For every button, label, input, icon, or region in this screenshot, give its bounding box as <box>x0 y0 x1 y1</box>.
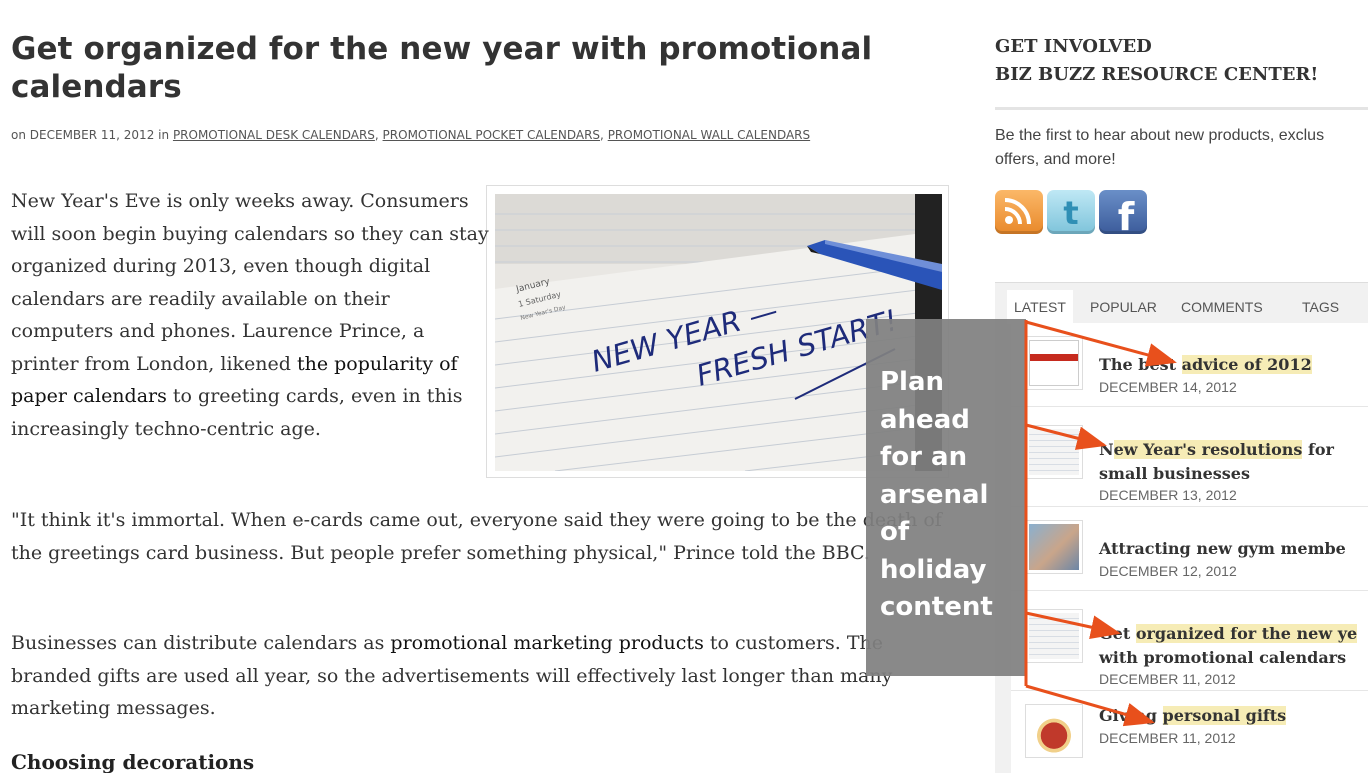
post-thumbnail[interactable] <box>1025 704 1083 758</box>
section-heading: Choosing decorations <box>11 750 255 773</box>
post-title[interactable]: Get organized for the new ye <box>1099 621 1358 646</box>
latest-posts-list: The best advice of 2012 DECEMBER 14, 201… <box>1011 323 1368 773</box>
post-date: DECEMBER 12, 2012 <box>1099 563 1237 579</box>
post-title-line2[interactable]: small businesses <box>1099 461 1250 486</box>
post-title-line2[interactable]: with promotional calendars <box>1099 645 1346 670</box>
paragraph-3: Businesses can distribute calendars as p… <box>11 632 893 719</box>
list-item[interactable]: The best advice of 2012 DECEMBER 14, 201… <box>1011 323 1368 407</box>
paragraph-1: New Year's Eve is only weeks away. Consu… <box>11 190 489 440</box>
article: Get organized for the new year with prom… <box>11 30 961 773</box>
list-item[interactable]: Giving personal gifts DECEMBER 11, 2012 <box>1011 691 1368 773</box>
post-title[interactable]: Attracting new gym membe <box>1099 536 1346 561</box>
category-link-wall[interactable]: PROMOTIONAL WALL CALENDARS <box>608 128 810 142</box>
sidebar-description: Be the first to hear about new products,… <box>995 127 1325 168</box>
list-item[interactable]: Attracting new gym membe DECEMBER 12, 20… <box>1011 507 1368 591</box>
meta-date: DECEMBER 11, 2012 <box>29 128 155 142</box>
tab-popular[interactable]: POPULAR <box>1090 290 1157 324</box>
post-date: DECEMBER 11, 2012 <box>1099 671 1236 687</box>
post-title[interactable]: New Year's resolutions for <box>1099 437 1334 462</box>
post-thumbnail[interactable] <box>1025 425 1083 479</box>
list-item[interactable]: Get organized for the new ye with promot… <box>1011 591 1368 691</box>
meta-on: on <box>11 128 26 142</box>
article-meta: on DECEMBER 11, 2012 in PROMOTIONAL DESK… <box>11 128 811 142</box>
svg-text:t: t <box>1063 194 1078 232</box>
rss-icon[interactable] <box>995 190 1043 234</box>
post-date: DECEMBER 11, 2012 <box>1099 730 1236 746</box>
sidebar-divider <box>995 107 1368 110</box>
post-title[interactable]: The best advice of 2012 <box>1099 352 1312 377</box>
post-date: DECEMBER 13, 2012 <box>1099 487 1237 503</box>
category-link-pocket[interactable]: PROMOTIONAL POCKET CALENDARS <box>383 128 601 142</box>
post-thumbnail[interactable] <box>1025 520 1083 574</box>
meta-in: in <box>158 128 170 142</box>
sidebar-heading: GET INVOLVED BIZ BUZZ RESOURCE CENTER! <box>995 33 1318 89</box>
svg-text:f: f <box>1118 195 1135 234</box>
article-title: Get organized for the new year with prom… <box>11 31 873 105</box>
inline-link-marketing-products[interactable]: promotional marketing products <box>390 632 703 654</box>
twitter-icon[interactable]: t <box>1047 190 1095 234</box>
facebook-icon[interactable]: f <box>1099 190 1147 239</box>
post-title[interactable]: Giving personal gifts <box>1099 703 1287 728</box>
tab-tags[interactable]: TAGS <box>1302 290 1339 324</box>
sidebar-heading-2: BIZ BUZZ RESOURCE CENTER! <box>995 64 1319 85</box>
post-thumbnail[interactable] <box>1025 336 1083 390</box>
list-item[interactable]: New Year's resolutions for small busines… <box>1011 407 1368 507</box>
post-date: DECEMBER 14, 2012 <box>1099 379 1237 395</box>
tab-comments[interactable]: COMMENTS <box>1181 290 1263 324</box>
posts-tab-panel: LATEST POPULAR COMMENTS TAGS The best ad… <box>995 282 1368 773</box>
callout-box: Plan ahead for an arsenal of holiday con… <box>866 319 1026 676</box>
sidebar: GET INVOLVED BIZ BUZZ RESOURCE CENTER! B… <box>995 0 1368 773</box>
post-thumbnail[interactable] <box>1025 609 1083 663</box>
callout-text: Plan ahead for an arsenal of holiday con… <box>880 367 993 622</box>
category-link-desk[interactable]: PROMOTIONAL DESK CALENDARS <box>173 128 375 142</box>
sidebar-heading-1: GET INVOLVED <box>995 36 1152 57</box>
paragraph-2: "It think it's immortal. When e-cards ca… <box>11 509 942 564</box>
